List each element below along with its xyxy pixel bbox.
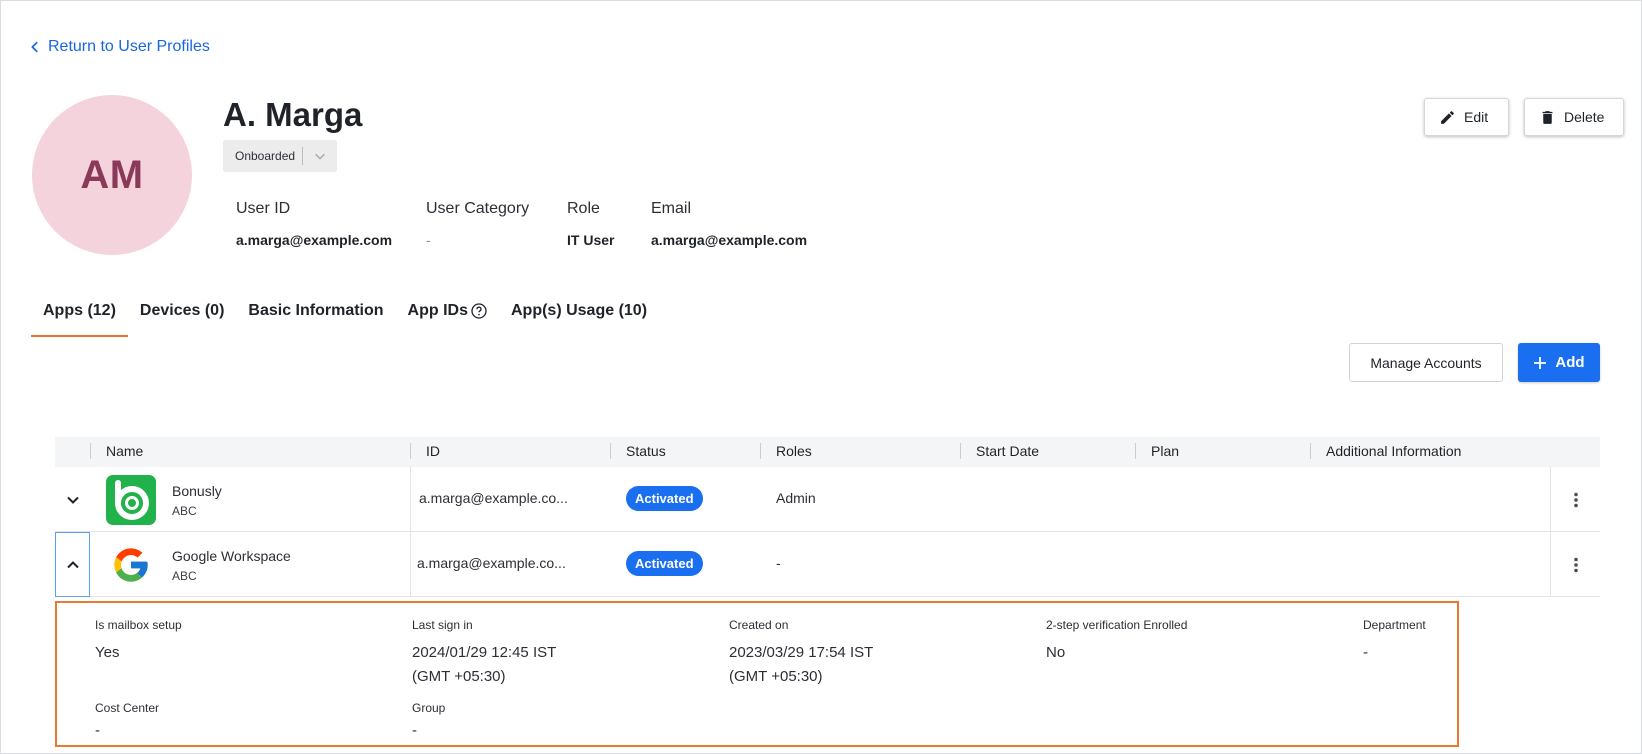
column-header-plan[interactable]: Plan bbox=[1151, 443, 1179, 459]
detail-label-group: Group bbox=[412, 701, 446, 715]
table-row: Google Workspace ABC a.marga@example.co.… bbox=[55, 532, 1600, 597]
user-id-label: User ID bbox=[236, 200, 291, 217]
avatar: AM bbox=[32, 95, 192, 255]
column-header-additional-information[interactable]: Additional Information bbox=[1326, 443, 1461, 459]
app-subtitle: ABC bbox=[172, 504, 197, 518]
account-id: a.marga@example.co... bbox=[419, 490, 568, 506]
more-vertical-icon bbox=[1573, 557, 1578, 572]
app-subtitle: ABC bbox=[172, 569, 197, 583]
column-divider bbox=[410, 467, 411, 532]
back-link-label: Return to User Profiles bbox=[48, 38, 210, 55]
delete-button-label: Delete bbox=[1564, 109, 1605, 125]
tab-devices[interactable]: Devices (0) bbox=[128, 293, 237, 337]
detail-value-last-sign-in: 2024/01/29 12:45 IST bbox=[412, 644, 557, 661]
column-divider[interactable] bbox=[760, 443, 761, 459]
edit-button[interactable]: Edit bbox=[1424, 98, 1509, 136]
profile-tabs: Apps (12) Devices (0) Basic Information … bbox=[31, 293, 659, 337]
plus-icon bbox=[1534, 356, 1547, 369]
tab-apps-label: Apps (12) bbox=[43, 302, 116, 319]
status-badge: Activated bbox=[626, 551, 703, 576]
tab-app-ids[interactable]: App IDs bbox=[396, 293, 499, 337]
back-to-user-profiles-link[interactable]: Return to User Profiles bbox=[28, 38, 210, 56]
detail-value-last-sign-in-tz: (GMT +05:30) bbox=[412, 668, 506, 685]
table-row: Bonusly ABC a.marga@example.co... Activa… bbox=[55, 467, 1600, 532]
column-divider bbox=[90, 443, 91, 459]
app-name[interactable]: Google Workspace bbox=[172, 548, 291, 564]
column-divider[interactable] bbox=[610, 443, 611, 459]
chevron-down-icon bbox=[66, 496, 79, 504]
column-header-start-date[interactable]: Start Date bbox=[976, 443, 1039, 459]
roles-value: Admin bbox=[776, 490, 816, 506]
role-value: IT User bbox=[567, 232, 615, 248]
status-value: Onboarded bbox=[235, 149, 296, 163]
detail-label-last-sign-in: Last sign in bbox=[412, 618, 473, 632]
chevron-up-icon bbox=[66, 560, 79, 568]
detail-label-department: Department bbox=[1363, 618, 1426, 632]
email-label: Email bbox=[651, 200, 692, 217]
chevron-down-icon bbox=[303, 149, 337, 163]
bonusly-logo-icon bbox=[115, 480, 149, 520]
add-button-label: Add bbox=[1555, 354, 1585, 371]
expand-row-button[interactable] bbox=[55, 467, 90, 532]
column-divider[interactable] bbox=[410, 443, 411, 459]
column-divider[interactable] bbox=[1310, 443, 1311, 459]
detail-label-mailbox-setup: Is mailbox setup bbox=[95, 618, 182, 632]
google-logo-icon bbox=[114, 548, 148, 582]
user-id-value: a.marga@example.com bbox=[236, 232, 393, 248]
manage-accounts-label: Manage Accounts bbox=[1370, 354, 1482, 371]
column-header-id[interactable]: ID bbox=[426, 443, 440, 459]
help-circle-icon bbox=[471, 303, 487, 319]
tab-app-usage-label: App(s) Usage (10) bbox=[511, 302, 648, 319]
detail-value-2-step-verification: No bbox=[1046, 644, 1066, 661]
edit-button-label: Edit bbox=[1464, 109, 1489, 125]
detail-value-mailbox-setup: Yes bbox=[95, 644, 120, 661]
detail-value-created-on: 2023/03/29 17:54 IST bbox=[729, 644, 874, 661]
column-divider[interactable] bbox=[960, 443, 961, 459]
column-header-roles[interactable]: Roles bbox=[776, 443, 812, 459]
account-id: a.marga@example.co... bbox=[417, 555, 566, 571]
tab-basic-information-label: Basic Information bbox=[248, 302, 384, 319]
user-category-value: - bbox=[426, 232, 431, 248]
tab-basic-information[interactable]: Basic Information bbox=[236, 293, 395, 337]
table-header: Name ID Status Roles Start Date Plan Add… bbox=[55, 437, 1600, 467]
email-value: a.marga@example.com bbox=[651, 232, 808, 248]
detail-label-created-on: Created on bbox=[729, 618, 789, 632]
expanded-details-panel: Is mailbox setup Yes Last sign in 2024/0… bbox=[55, 601, 1459, 747]
status-dropdown[interactable]: Onboarded bbox=[223, 140, 337, 172]
tab-app-ids-label: App IDs bbox=[407, 302, 468, 319]
add-button[interactable]: Add bbox=[1518, 343, 1600, 382]
manage-accounts-button[interactable]: Manage Accounts bbox=[1349, 343, 1503, 382]
column-divider[interactable] bbox=[1135, 443, 1136, 459]
detail-value-created-on-tz: (GMT +05:30) bbox=[729, 668, 823, 685]
chevron-left-icon bbox=[31, 41, 38, 53]
pencil-icon bbox=[1441, 110, 1454, 124]
bonusly-logo bbox=[106, 475, 156, 525]
trash-icon bbox=[1542, 110, 1553, 124]
detail-value-department: - bbox=[1363, 644, 1368, 661]
app-name[interactable]: Bonusly bbox=[172, 483, 222, 499]
column-header-name[interactable]: Name bbox=[106, 443, 143, 459]
tab-app-usage[interactable]: App(s) Usage (10) bbox=[499, 293, 659, 337]
column-divider bbox=[410, 532, 411, 597]
detail-value-group: - bbox=[412, 722, 417, 739]
collapse-row-button[interactable] bbox=[55, 532, 90, 597]
tab-apps[interactable]: Apps (12) bbox=[31, 293, 128, 337]
column-header-status[interactable]: Status bbox=[626, 443, 666, 459]
roles-value: - bbox=[776, 555, 781, 571]
tab-devices-label: Devices (0) bbox=[139, 302, 225, 319]
user-category-label: User Category bbox=[426, 200, 530, 217]
google-logo bbox=[106, 540, 156, 590]
detail-value-cost-center: - bbox=[95, 722, 100, 739]
detail-label-2-step-verification: 2-step verification Enrolled bbox=[1046, 618, 1188, 632]
status-badge: Activated bbox=[626, 486, 703, 511]
row-actions-menu[interactable] bbox=[1550, 532, 1600, 597]
role-label: Role bbox=[567, 200, 600, 217]
more-vertical-icon bbox=[1573, 492, 1578, 507]
detail-label-cost-center: Cost Center bbox=[95, 701, 160, 715]
delete-button[interactable]: Delete bbox=[1524, 98, 1624, 136]
row-actions-menu[interactable] bbox=[1550, 467, 1600, 532]
user-name: A. Marga bbox=[223, 96, 363, 133]
avatar-initials: AM bbox=[80, 152, 144, 197]
